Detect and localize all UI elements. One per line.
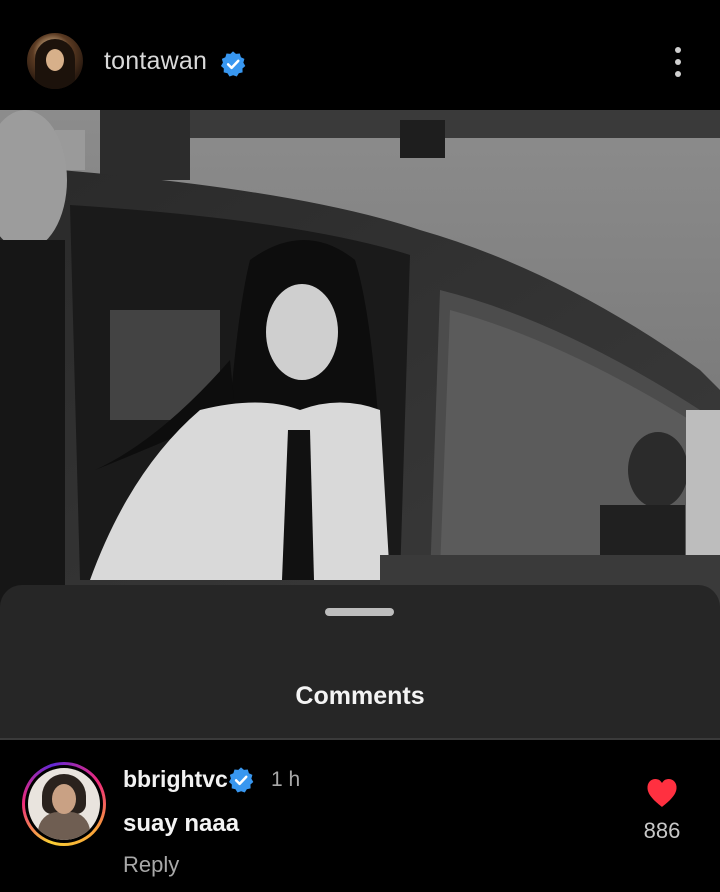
comment-text: suay naaa (123, 810, 240, 837)
heart-icon[interactable] (646, 778, 678, 808)
comments-sheet: Comments (0, 585, 720, 738)
post-author-avatar[interactable] (27, 33, 83, 89)
commenter-username[interactable]: bbrightvc (123, 766, 228, 793)
comments-title: Comments (295, 682, 425, 710)
post-header: tontawan (0, 0, 720, 110)
sheet-drag-handle[interactable] (325, 608, 394, 616)
more-options-icon[interactable] (666, 44, 690, 80)
post-photo (0, 110, 720, 610)
like-count: 886 (643, 818, 681, 843)
reply-button[interactable]: Reply (123, 852, 179, 878)
verified-badge-icon (228, 767, 254, 793)
comment-item: bbrightvc 1 h suay naaa Reply 886 (0, 740, 720, 892)
verified-badge-icon (220, 51, 246, 77)
comment-timestamp: 1 h (271, 768, 301, 791)
post-image (0, 110, 720, 610)
commenter-avatar[interactable] (22, 762, 106, 846)
post-author-username[interactable]: tontawan (104, 47, 207, 76)
